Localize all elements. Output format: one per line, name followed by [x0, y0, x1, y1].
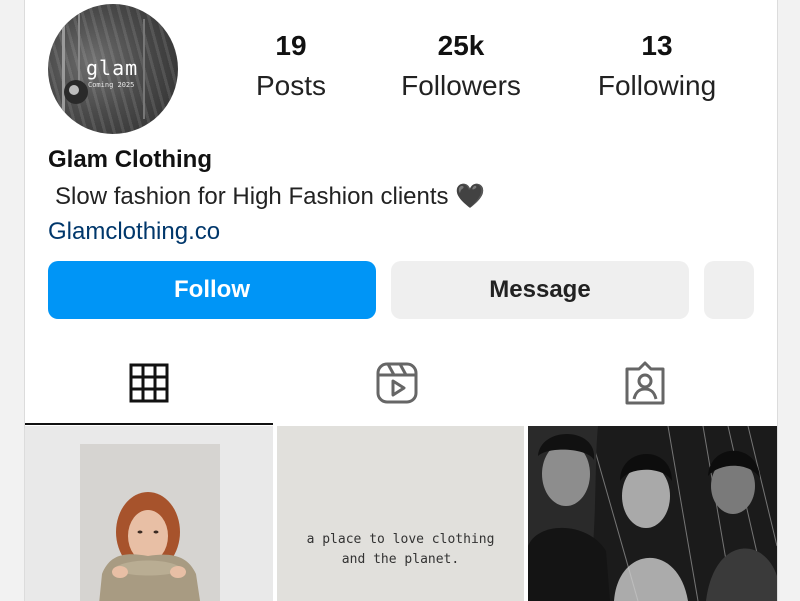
stat-posts[interactable]: 19 Posts — [206, 28, 376, 104]
profile-avatar[interactable]: glam Coming 2025 — [48, 4, 178, 134]
reels-icon — [376, 362, 418, 404]
grid-icon — [129, 363, 169, 403]
stat-followers[interactable]: 25k Followers — [376, 28, 546, 104]
message-button[interactable]: Message — [391, 261, 689, 319]
post-tile-2[interactable]: a place to love clothing and the planet. — [277, 426, 524, 601]
post-1-photo — [80, 444, 220, 601]
tab-reels[interactable] — [375, 360, 419, 406]
stat-following-label: Following — [597, 70, 717, 101]
stat-following[interactable]: 13 Following — [572, 28, 742, 104]
post-2-caption: a place to love clothing and the planet. — [277, 530, 524, 570]
avatar-logo-text: glam — [86, 56, 139, 80]
follow-button[interactable]: Follow — [48, 261, 376, 319]
stat-followers-value: 25k — [437, 30, 485, 61]
tagged-icon — [625, 361, 665, 405]
stat-posts-label: Posts — [255, 70, 327, 101]
post-2-line-2: and the planet. — [341, 552, 460, 567]
suggested-accounts-button[interactable] — [704, 261, 754, 319]
stat-posts-value: 19 — [275, 30, 307, 61]
tab-posts-grid[interactable] — [127, 360, 171, 406]
tab-tagged[interactable] — [623, 360, 667, 406]
post-tile-3[interactable] — [528, 426, 777, 601]
post-2-line-1: a place to love clothing — [306, 532, 495, 547]
stat-followers-label: Followers — [401, 70, 521, 101]
woman-portrait-image — [99, 492, 201, 601]
active-tab-indicator — [25, 423, 273, 425]
avatar-subtitle: Coming 2025 — [88, 81, 135, 89]
profile-card: glam Coming 2025 19 Posts 25k Followers … — [24, 0, 778, 601]
stat-following-value: 13 — [641, 30, 673, 61]
post-tile-1[interactable] — [25, 426, 273, 601]
profile-name: Glam Clothing — [48, 146, 212, 173]
profile-bio: Slow fashion for High Fashion clients 🖤 — [55, 183, 486, 210]
group-photo-image — [528, 426, 777, 601]
profile-website-link[interactable]: Glamclothing.co — [48, 218, 220, 246]
